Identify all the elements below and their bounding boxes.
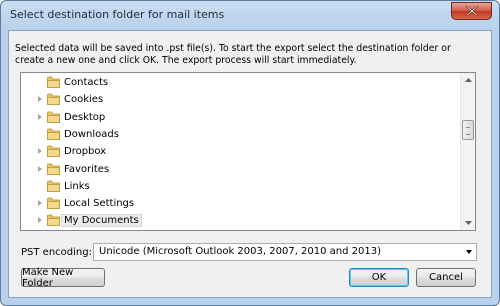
tree-item[interactable]: Contacts (21, 74, 461, 91)
close-icon (465, 6, 478, 16)
folder-icon (47, 128, 60, 140)
expand-arrow-icon[interactable] (38, 217, 42, 224)
tree-item[interactable]: My Documents (21, 212, 461, 229)
expand-arrow-icon[interactable] (38, 165, 42, 172)
tree-item-label: Cookies (64, 94, 104, 106)
tree-item-label: My Documents (61, 214, 142, 228)
tree-item[interactable]: Desktop (21, 109, 461, 126)
expand-arrow-icon[interactable] (38, 200, 42, 207)
ok-button[interactable]: OK (349, 268, 409, 287)
folder-icon (47, 197, 60, 209)
folder-tree[interactable]: Contacts Cookies Desktop Downloads Dropbox Fa… (20, 72, 476, 231)
folder-icon (47, 111, 60, 123)
encoding-label: PST encoding: (21, 247, 92, 258)
tree-item[interactable]: Local Settings (21, 195, 461, 212)
scroll-down-button[interactable] (461, 216, 475, 230)
tree-item[interactable]: Favorites (21, 161, 461, 178)
close-button[interactable] (451, 2, 492, 20)
expand-arrow-icon[interactable] (38, 96, 42, 103)
folder-icon (47, 214, 60, 227)
encoding-value: Unicode (Microsoft Outlook 2003, 2007, 2… (99, 246, 382, 257)
tree-item[interactable]: Dropbox (21, 143, 461, 160)
folder-icon (47, 76, 60, 88)
tree-item[interactable]: Downloads (21, 126, 461, 143)
folder-icon (47, 145, 60, 158)
tree-item[interactable]: Cookies (21, 91, 461, 108)
folder-icon (47, 180, 60, 192)
encoding-select[interactable]: Unicode (Microsoft Outlook 2003, 2007, 2… (93, 243, 477, 261)
folder-icon (47, 163, 60, 175)
chevron-down-icon (466, 250, 472, 254)
scroll-down-icon (464, 220, 472, 225)
scroll-up-icon (464, 77, 472, 82)
description-text: Selected data will be saved into .pst fi… (15, 43, 451, 66)
cancel-button[interactable]: Cancel (416, 268, 476, 287)
scroll-thumb[interactable] (462, 120, 474, 140)
tree-item-label: Local Settings (64, 198, 135, 210)
expand-arrow-icon[interactable] (38, 148, 42, 155)
make-new-folder-button[interactable]: Make New Folder (21, 267, 105, 289)
tree-item-label: Dropbox (64, 146, 107, 158)
tree-item-label: Downloads (64, 128, 119, 140)
tree-scrollbar[interactable] (460, 73, 475, 230)
expand-arrow-icon[interactable] (38, 113, 42, 120)
tree-item-label: Desktop (64, 111, 106, 123)
tree-item-label: Contacts (64, 77, 109, 88)
scroll-up-button[interactable] (461, 73, 475, 87)
folder-icon (47, 93, 60, 106)
tree-item[interactable]: Links (21, 178, 461, 195)
window-title: Select destination folder for mail items (10, 8, 225, 21)
tree-item-label: Links (64, 180, 90, 192)
tree-item-label: Favorites (64, 163, 110, 175)
